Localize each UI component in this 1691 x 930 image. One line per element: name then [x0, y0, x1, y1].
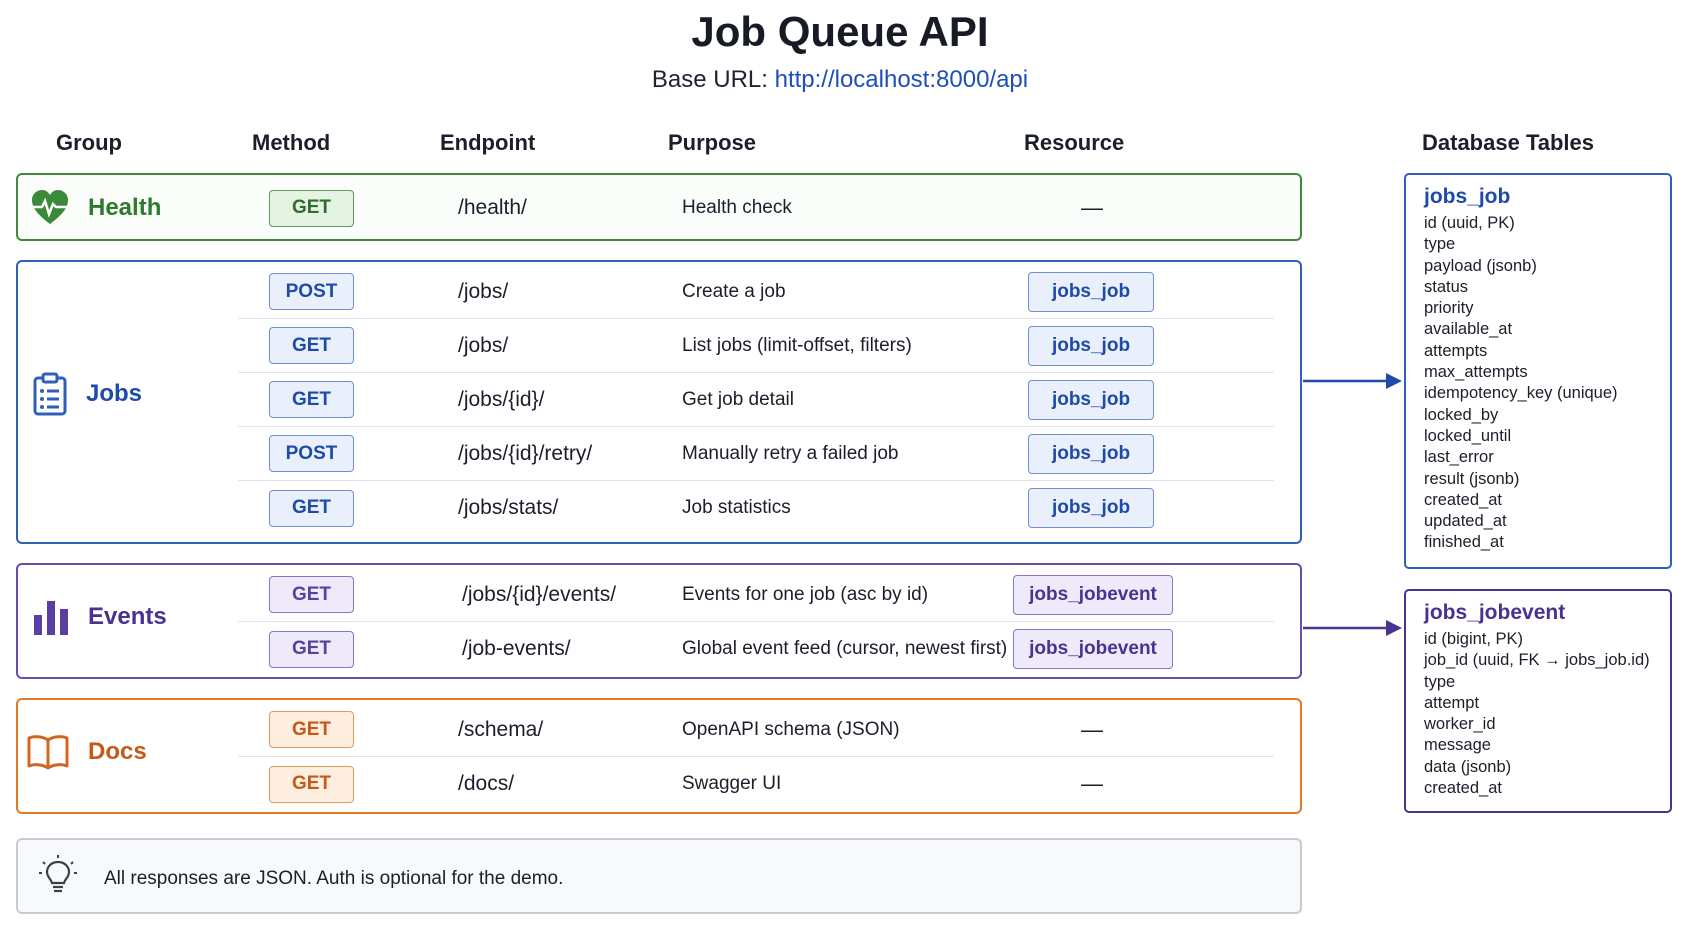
table-field: locked_by	[1424, 405, 1499, 424]
table-field: result (jsonb)	[1424, 469, 1520, 488]
table-field: type	[1424, 235, 1456, 254]
table-field: priority	[1424, 299, 1474, 318]
db-table-jobs-job: jobs_job id (uuid, PK) type payload (jsonb…	[1404, 173, 1672, 569]
table-name: jobs_jobevent	[1424, 601, 1566, 624]
table-field: id (bigint, PK)	[1424, 630, 1524, 648]
table-field: finished_at	[1424, 533, 1504, 552]
table-field: job_id (uuid, FK → jobs_job.id)	[1424, 651, 1650, 670]
table-field: created_at	[1424, 779, 1502, 798]
table-field: message	[1424, 736, 1491, 755]
table-field: id (uuid, PK)	[1424, 214, 1515, 232]
table-field: idempotency_key (unique)	[1424, 384, 1618, 403]
table-field: available_at	[1424, 320, 1513, 339]
db-table-jobs-jobevent: jobs_jobevent id (bigint, PK) job_id (uui…	[1404, 589, 1672, 813]
table-field: payload (jsonb)	[1424, 256, 1537, 275]
table-field: max_attempts	[1424, 363, 1528, 382]
table-field: created_at	[1424, 490, 1502, 509]
table-field: attempt	[1424, 693, 1480, 712]
table-field: updated_at	[1424, 512, 1507, 531]
arrow-head-events	[1386, 620, 1402, 636]
table-name: jobs_job	[1424, 185, 1511, 208]
table-fields: id (bigint, PK) job_id (uuid, FK → jobs_j…	[1424, 629, 1670, 799]
table-field: status	[1424, 277, 1469, 296]
table-field: locked_until	[1424, 426, 1512, 445]
table-field: attempts	[1424, 341, 1488, 360]
table-field: data (jsonb)	[1424, 757, 1512, 776]
table-field: worker_id	[1424, 715, 1496, 734]
table-fields: id (uuid, PK) type payload (jsonb) status pr…	[1424, 213, 1670, 554]
arrow-head-jobs	[1386, 373, 1402, 389]
table-field: last_error	[1424, 448, 1494, 467]
table-field: type	[1424, 672, 1456, 691]
